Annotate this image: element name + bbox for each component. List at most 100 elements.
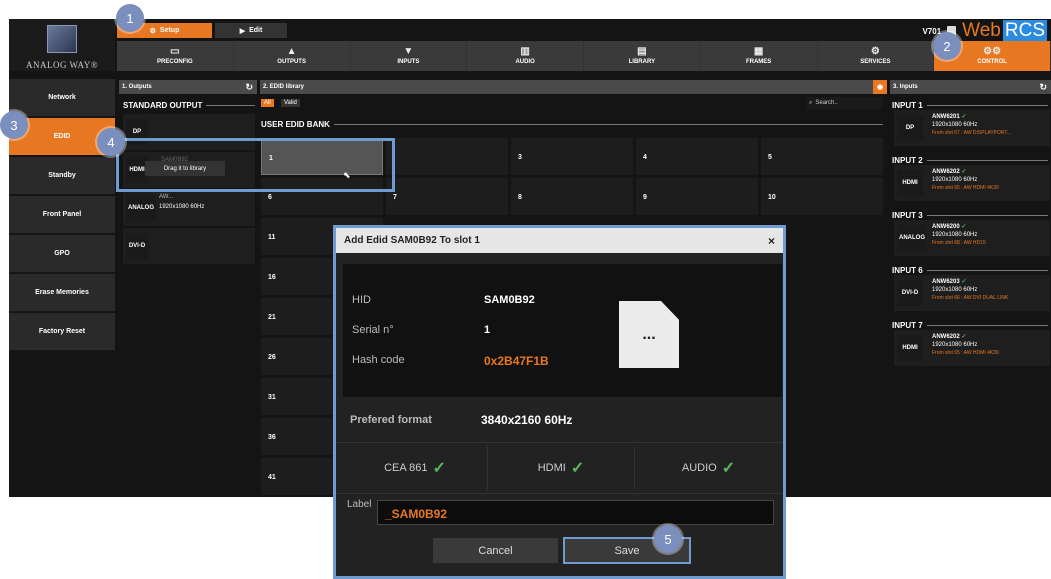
input-tag: DVI-D bbox=[897, 280, 923, 306]
panel-title: 1. Outputs bbox=[122, 84, 152, 90]
refresh-icon[interactable]: ↻ bbox=[1039, 82, 1047, 93]
outputs-panel-header: 1. Outputs ↻ bbox=[119, 80, 257, 94]
sidebar-item-label: EDID bbox=[53, 133, 71, 140]
nav-audio[interactable]: ▥ AUDIO bbox=[467, 41, 584, 71]
slot-number: 31 bbox=[268, 394, 276, 401]
slot-number: 9 bbox=[643, 194, 647, 201]
nav-label: SERVICES bbox=[860, 59, 891, 65]
callout-badge: 3 bbox=[0, 111, 28, 139]
audio-icon: ▥ bbox=[520, 46, 530, 57]
input-resolution: 1920x1080 60Hz bbox=[932, 287, 978, 293]
sidebar-item-label: Network bbox=[48, 94, 76, 101]
nav-preconfig[interactable]: ▭ PRECONFIG bbox=[117, 41, 234, 71]
output-row-analog[interactable]: ANALOG AW... 1920x1080 60Hz bbox=[123, 190, 255, 226]
sidebar-item-gpo[interactable]: GPO bbox=[9, 235, 115, 273]
callout-badge: 5 bbox=[654, 525, 682, 553]
edid-slot-10[interactable]: 10 bbox=[761, 178, 883, 215]
nav-inputs[interactable]: ▼ INPUTS bbox=[350, 41, 468, 71]
check-icon: ✓ bbox=[961, 334, 967, 340]
sidebar-item-label: Erase Memories bbox=[35, 289, 89, 296]
nav-services[interactable]: ⚙ SERVICES bbox=[817, 41, 935, 71]
check-icon: ✓ bbox=[961, 169, 967, 175]
divider bbox=[336, 442, 783, 443]
input-row[interactable]: DP ANW6201 ✓ 1920x1080 60Hz From slot 67… bbox=[894, 110, 1050, 146]
slot-number: 10 bbox=[768, 194, 776, 201]
filter-valid[interactable]: Valid bbox=[281, 99, 300, 107]
hid-value: SAM0B92 bbox=[484, 294, 535, 306]
input-tag: HDMI bbox=[897, 170, 923, 196]
nav-label: LIBRARY bbox=[628, 59, 656, 65]
search-icon: ⌕ bbox=[809, 99, 813, 106]
input-group-label: INPUT 3 bbox=[892, 211, 1048, 220]
hash-value: 0x2B47F1B bbox=[484, 354, 549, 368]
nav-label: FRAMES bbox=[745, 59, 772, 65]
input-slot-source: From slot 65 : AW HDMI 4K30 bbox=[932, 185, 999, 191]
tab-edit[interactable]: ▶ Edit bbox=[215, 23, 287, 38]
slot-number: 36 bbox=[268, 434, 276, 441]
panel-title: 3. Inputs bbox=[893, 84, 918, 90]
check-icon: ✓ bbox=[570, 460, 585, 477]
refresh-icon[interactable]: ↻ bbox=[245, 82, 253, 93]
label-input[interactable]: _SAM0B92 bbox=[377, 500, 774, 525]
sidebar-item-network[interactable]: Network bbox=[9, 79, 115, 117]
nav-outputs[interactable]: ▲ OUTPUTS bbox=[233, 41, 351, 71]
edid-slot-9[interactable]: 9 bbox=[636, 178, 758, 215]
sidebar-item-erase-memories[interactable]: Erase Memories bbox=[9, 274, 115, 312]
nav-frames[interactable]: ▦ FRAMES bbox=[700, 41, 818, 71]
input-row[interactable]: ANALOG ANW6200 ✓ 1920x1080 60Hz From slo… bbox=[894, 220, 1050, 256]
sidebar-item-label: GPO bbox=[54, 250, 70, 257]
brand-web: Web bbox=[962, 20, 1001, 41]
callout-badge: 4 bbox=[97, 128, 125, 156]
eye-icon[interactable]: ◉ bbox=[873, 80, 887, 94]
input-tag: HDMI bbox=[897, 335, 923, 361]
library-icon: ▤ bbox=[637, 46, 647, 57]
standard-output-heading: STANDARD OUTPUT bbox=[123, 101, 255, 110]
edid-slot-8[interactable]: 8 bbox=[511, 178, 633, 215]
cap-cea861: CEA 861 ✓ bbox=[343, 446, 488, 490]
callout-badge: 1 bbox=[116, 4, 144, 32]
search-placeholder: Search.. bbox=[815, 100, 838, 106]
sidebar-item-factory-reset[interactable]: Factory Reset bbox=[9, 313, 115, 351]
check-icon: ✓ bbox=[961, 224, 967, 230]
sidebar-item-standby[interactable]: Standby bbox=[9, 157, 115, 195]
divider bbox=[336, 493, 783, 494]
logo: ANALOG WAY® bbox=[9, 19, 115, 71]
serial-label: Serial n° bbox=[352, 324, 394, 336]
add-edid-dialog: Add Edid SAM0B92 To slot 1 × HID SAM0B92… bbox=[333, 225, 786, 579]
sidebar-item-label: Standby bbox=[48, 172, 76, 179]
cancel-button[interactable]: Cancel bbox=[433, 538, 558, 563]
input-edid-name: ANW6203 bbox=[932, 279, 960, 285]
input-resolution: 1920x1080 60Hz bbox=[932, 122, 978, 128]
file-icon: ... bbox=[619, 301, 679, 368]
sidebar-item-label: Factory Reset bbox=[38, 328, 86, 335]
input-resolution: 1920x1080 60Hz bbox=[932, 342, 978, 348]
input-group-label: INPUT 6 bbox=[892, 266, 1048, 275]
search-input[interactable]: ⌕ Search.. bbox=[807, 97, 883, 109]
panel-title: 2. EDID library bbox=[263, 84, 305, 90]
cap-audio: AUDIO ✓ bbox=[635, 446, 782, 490]
edid-slot-7[interactable]: 7 bbox=[386, 178, 508, 215]
edid-slot-5[interactable]: 5 bbox=[761, 138, 883, 175]
input-row[interactable]: DVI-D ANW6203 ✓ 1920x1080 60Hz From slot… bbox=[894, 275, 1050, 311]
input-slot-source: From slot 65 : AW HDMI 4K30 bbox=[932, 350, 999, 356]
edid-slot-2[interactable] bbox=[386, 138, 508, 175]
output-row-dvid[interactable]: DVI-D bbox=[123, 228, 255, 264]
output-tag: ANALOG bbox=[126, 195, 156, 221]
nav-label: CONTROL bbox=[977, 59, 1007, 65]
slot-number: 7 bbox=[393, 194, 397, 201]
edid-slot-4[interactable]: 4 bbox=[636, 138, 758, 175]
webrcs-logo: Web RCS bbox=[962, 20, 1047, 41]
input-row[interactable]: HDMI ANW6202 ✓ 1920x1080 60Hz From slot … bbox=[894, 165, 1050, 201]
nav-label: AUDIO bbox=[515, 59, 535, 65]
filter-all[interactable]: All bbox=[261, 99, 274, 107]
nav-library[interactable]: ▤ LIBRARY bbox=[584, 41, 701, 71]
edid-slot-3[interactable]: 3 bbox=[511, 138, 633, 175]
input-row[interactable]: HDMI ANW6202 ✓ 1920x1080 60Hz From slot … bbox=[894, 330, 1050, 366]
play-icon: ▶ bbox=[239, 27, 246, 35]
tab-setup-label: Setup bbox=[159, 27, 180, 34]
dialog-titlebar: Add Edid SAM0B92 To slot 1 × bbox=[336, 228, 783, 253]
close-icon[interactable]: × bbox=[768, 234, 775, 248]
slot-number: 8 bbox=[518, 194, 522, 201]
slot-number: 6 bbox=[268, 194, 272, 201]
sidebar-item-front-panel[interactable]: Front Panel bbox=[9, 196, 115, 234]
